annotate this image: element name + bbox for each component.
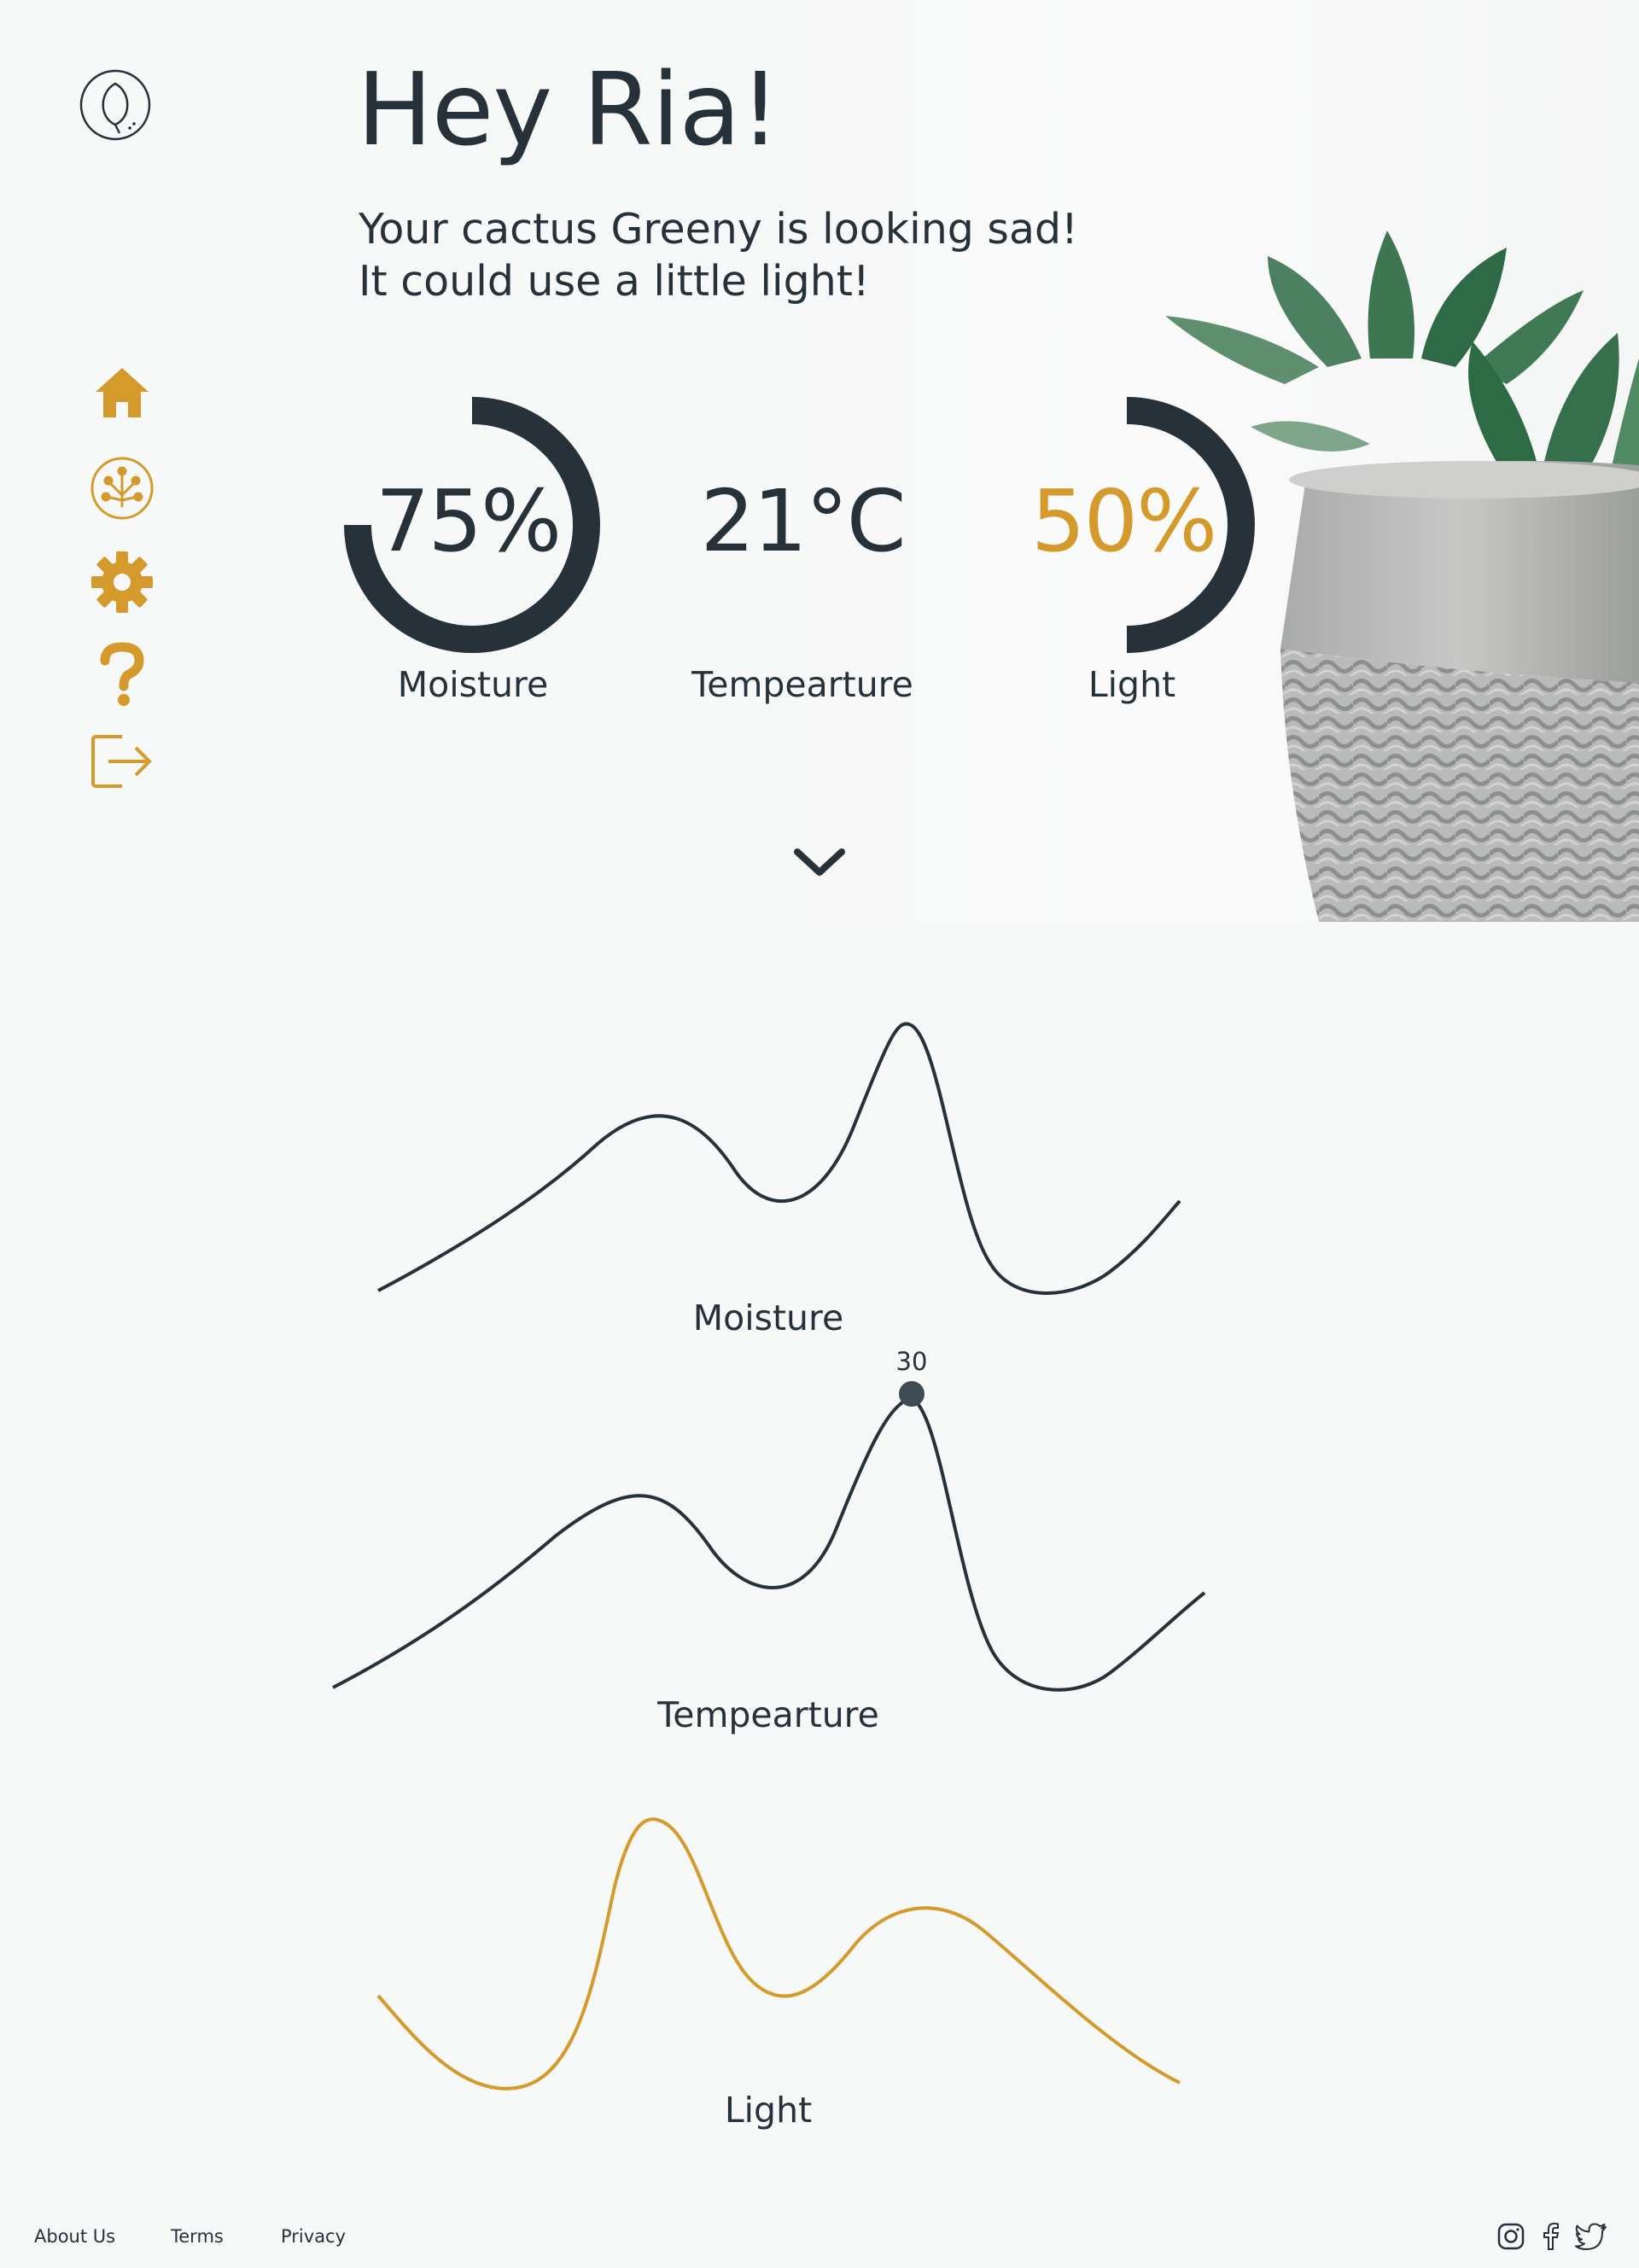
sidebar-item-home[interactable]: [88, 359, 156, 427]
leaf-logo-icon[interactable]: [79, 68, 152, 142]
moisture-label: Moisture: [397, 664, 549, 705]
chevron-down-icon: [794, 848, 845, 876]
question-icon: [100, 642, 144, 706]
status-message-line2: It could use a little light!: [359, 257, 870, 306]
moisture-chart-line: [377, 1022, 1181, 1295]
temperature-value: 21°C: [700, 471, 906, 571]
light-label: Light: [1088, 664, 1176, 705]
moisture-chart-label: Moisture: [692, 1297, 844, 1338]
temperature-label: Tempearture: [691, 664, 913, 705]
footer-link-privacy[interactable]: Privacy: [281, 2226, 346, 2247]
home-icon: [96, 368, 149, 417]
sidebar-item-plants[interactable]: [88, 454, 156, 522]
instagram-icon[interactable]: [1496, 2221, 1526, 2252]
facebook-icon[interactable]: [1535, 2221, 1566, 2252]
sidebar-item-help[interactable]: [88, 640, 156, 708]
logout-icon: [91, 735, 152, 788]
gear-icon: [91, 551, 153, 613]
moisture-gauge: 75%: [344, 393, 600, 657]
sidebar-item-logout[interactable]: [88, 727, 156, 796]
light-gauge: 50%: [999, 393, 1255, 657]
temperature-tooltip-dot[interactable]: [899, 1381, 924, 1407]
sidebar-item-settings[interactable]: [88, 548, 156, 616]
footer-link-terms[interactable]: Terms: [171, 2226, 224, 2247]
temperature-chart-label: Tempearture: [657, 1694, 879, 1735]
footer-link-about[interactable]: About Us: [34, 2226, 115, 2247]
light-chart-line: [376, 1817, 1181, 2090]
light-chart-label: Light: [724, 2090, 813, 2131]
twitter-icon[interactable]: [1574, 2221, 1608, 2252]
page-title: Hey Ria!: [357, 50, 780, 168]
sensor-charts: [332, 1022, 1206, 2090]
moisture-value: 75%: [375, 471, 562, 571]
temperature-tooltip-value: 30: [895, 1347, 928, 1376]
plant-network-icon: [90, 457, 154, 520]
scroll-down-button[interactable]: [792, 845, 847, 879]
temperature-chart-line: [332, 1396, 1206, 1692]
light-value: 50%: [1030, 471, 1217, 571]
temperature-readout: 21°C: [666, 393, 939, 657]
status-message-line1: Your cactus Greeny is looking sad!: [359, 205, 1078, 254]
